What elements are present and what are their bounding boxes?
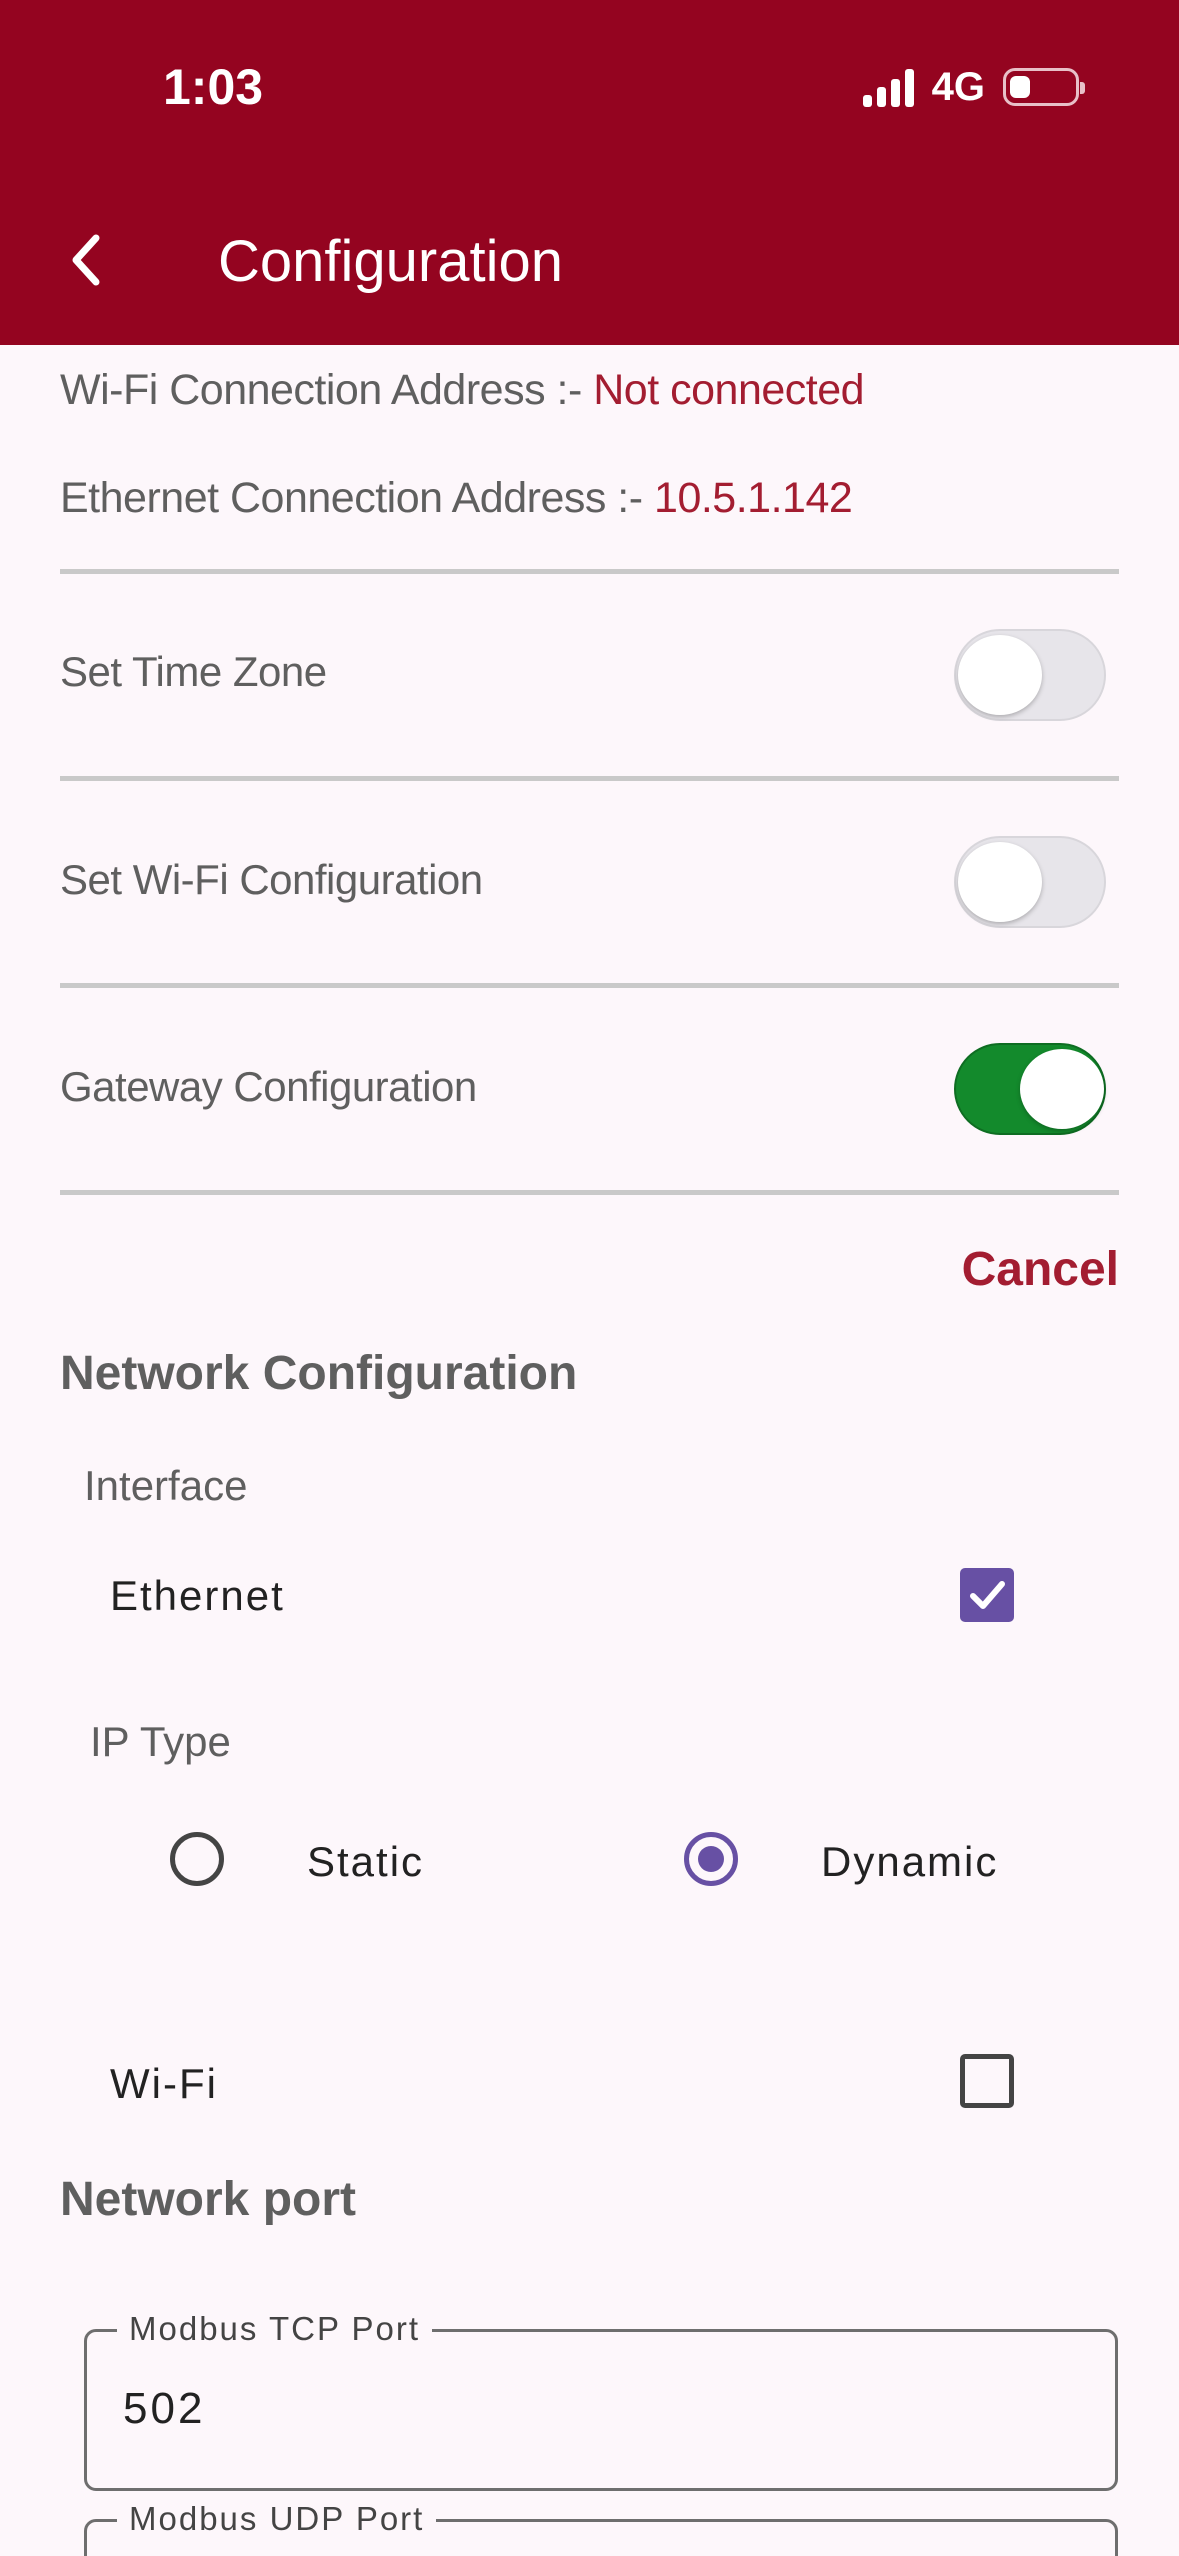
network-port-title: Network port <box>60 2173 357 2226</box>
ethernet-connection-value: 10.5.1.142 <box>654 474 853 522</box>
set-wifi-configuration-toggle[interactable] <box>954 836 1106 928</box>
modbus-udp-port-label: Modbus UDP Port <box>117 2500 437 2538</box>
wifi-connection-value: Not connected <box>593 366 865 414</box>
set-time-zone-toggle[interactable] <box>954 629 1106 721</box>
wifi-connection-label: Wi-Fi Connection Address :- <box>60 366 594 414</box>
wifi-option-label: Wi-Fi <box>110 2060 218 2107</box>
status-time: 1:03 <box>163 59 264 115</box>
set-wifi-configuration-label: Set Wi-Fi Configuration <box>60 856 483 903</box>
divider <box>60 569 1119 574</box>
modbus-tcp-port-input[interactable] <box>123 2384 1023 2434</box>
modbus-tcp-port-field[interactable]: Modbus TCP Port <box>84 2310 1118 2491</box>
app-header: 1:03 4G Configuration <box>0 0 1179 345</box>
ethernet-connection-address: Ethernet Connection Address :- 10.5.1.14… <box>60 474 853 523</box>
divider <box>60 1190 1119 1195</box>
static-option-label: Static <box>307 1838 425 1885</box>
status-indicators: 4G <box>862 64 1085 110</box>
network-type: 4G <box>931 64 985 109</box>
ethernet-checkbox[interactable] <box>960 1568 1014 1622</box>
interface-label: Interface <box>84 1462 248 1509</box>
battery-icon <box>1003 68 1085 106</box>
page-title: Configuration <box>218 229 563 294</box>
modbus-udp-port-field[interactable]: Modbus UDP Port <box>84 2500 1118 2556</box>
cancel-button[interactable]: Cancel <box>962 1242 1119 1297</box>
signal-icon <box>862 67 914 107</box>
gateway-configuration-label: Gateway Configuration <box>60 1063 477 1110</box>
divider <box>60 983 1119 988</box>
network-configuration-title: Network Configuration <box>60 1347 578 1400</box>
divider <box>60 776 1119 781</box>
static-radio[interactable] <box>170 1832 224 1886</box>
ip-type-label: IP Type <box>90 1718 231 1765</box>
gateway-configuration-toggle[interactable] <box>954 1043 1106 1135</box>
dynamic-radio[interactable] <box>684 1832 738 1886</box>
wifi-checkbox[interactable] <box>960 2054 1014 2108</box>
dynamic-option-label: Dynamic <box>821 1838 999 1885</box>
chevron-left-icon <box>72 234 100 286</box>
ethernet-option-label: Ethernet <box>110 1572 285 1619</box>
modbus-tcp-port-label: Modbus TCP Port <box>117 2310 433 2348</box>
wifi-connection-address: Wi-Fi Connection Address :- Not connecte… <box>60 366 865 415</box>
back-button[interactable] <box>55 225 115 295</box>
check-icon <box>970 1581 1005 1609</box>
set-time-zone-label: Set Time Zone <box>60 648 327 695</box>
ethernet-connection-label: Ethernet Connection Address :- <box>60 474 655 522</box>
